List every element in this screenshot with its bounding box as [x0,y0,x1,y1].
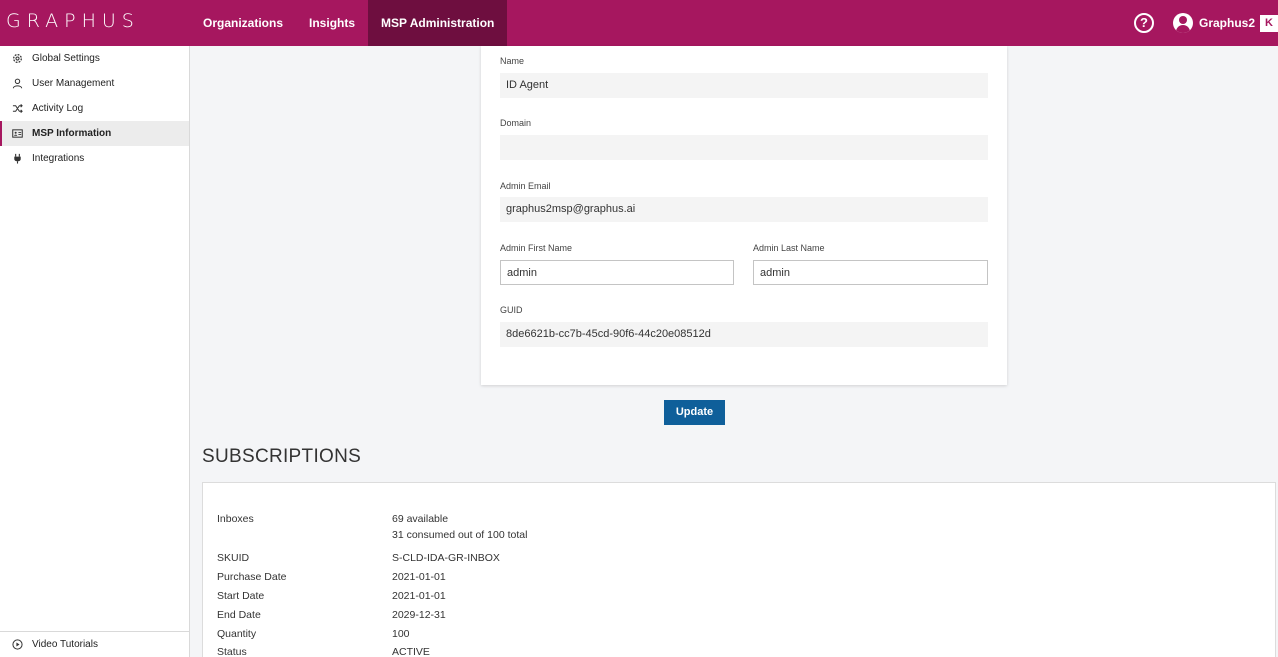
sidebar-item-activity-log[interactable]: Activity Log [0,96,189,121]
help-icon[interactable]: ? [1134,13,1154,33]
user-icon [11,78,23,90]
sidebar-item-integrations[interactable]: Integrations [0,146,189,171]
quantity-label: Quantity [217,628,257,640]
inboxes-consumed: 31 consumed out of 100 total [392,529,528,541]
inboxes-label: Inboxes [217,513,254,525]
update-button[interactable]: Update [664,400,725,425]
sidebar-item-user-management[interactable]: User Management [0,71,189,96]
start-date-value: 2021-01-01 [392,590,446,602]
admin-first-name-label: Admin First Name [500,243,573,253]
sidebar: Global Settings User Management Activity… [0,46,190,657]
kaseya-brand-icon[interactable]: K [1260,15,1278,32]
sidebar-item-video-tutorials[interactable]: Video Tutorials [0,631,189,657]
inboxes-available: 69 available [392,513,449,525]
purchase-date-value: 2021-01-01 [392,571,446,583]
status-value: ACTIVE [392,646,430,657]
admin-email-field: graphus2msp@graphus.ai [500,197,988,222]
gear-icon [11,53,23,65]
shuffle-icon [11,103,23,115]
plug-icon [11,153,23,165]
start-date-label: Start Date [217,590,265,602]
admin-email-label: Admin Email [500,181,551,191]
end-date-label: End Date [217,609,261,621]
sidebar-item-label: Global Settings [32,53,100,64]
sidebar-item-label: MSP Information [32,128,112,139]
graphus-logo[interactable]: GRAPHUS [6,10,140,32]
end-date-value: 2029-12-31 [392,609,446,621]
admin-last-name-input[interactable] [753,260,988,285]
sidebar-item-global-settings[interactable]: Global Settings [0,46,189,71]
status-label: Status [217,646,247,657]
main-nav: Organizations Insights MSP Administratio… [190,0,508,46]
id-card-icon [11,128,23,140]
sidebar-item-msp-information[interactable]: MSP Information [0,121,189,146]
subscriptions-card: Inboxes 69 available 31 consumed out of … [202,482,1276,657]
skuid-label: SKUID [217,552,250,564]
admin-first-name-input[interactable] [500,260,734,285]
purchase-date-label: Purchase Date [217,571,287,583]
admin-last-name-label: Admin Last Name [753,243,825,253]
name-label: Name [500,56,525,66]
nav-msp-administration[interactable]: MSP Administration [368,0,508,46]
sidebar-item-label: Video Tutorials [32,639,98,650]
domain-label: Domain [500,118,532,128]
nav-organizations[interactable]: Organizations [190,0,296,46]
user-avatar-icon[interactable] [1173,13,1193,33]
nav-insights[interactable]: Insights [296,0,368,46]
sidebar-item-label: Integrations [32,153,85,164]
msp-info-card: Name ID Agent Domain Admin Email graphus… [481,46,1007,385]
name-field: ID Agent [500,73,988,98]
sidebar-item-label: Activity Log [32,103,84,114]
domain-field [500,135,988,160]
subscriptions-title: SUBSCRIPTIONS [202,446,362,467]
skuid-value: S-CLD-IDA-GR-INBOX [392,552,500,564]
top-bar: GRAPHUS Organizations Insights MSP Admin… [0,0,1278,46]
guid-label: GUID [500,305,523,315]
guid-field: 8de6621b-cc7b-45cd-90f6-44c20e08512d [500,322,988,347]
sidebar-item-label: User Management [32,78,115,89]
quantity-value: 100 [392,628,410,640]
user-name[interactable]: Graphus2 [1199,16,1255,30]
play-circle-icon [11,639,23,651]
